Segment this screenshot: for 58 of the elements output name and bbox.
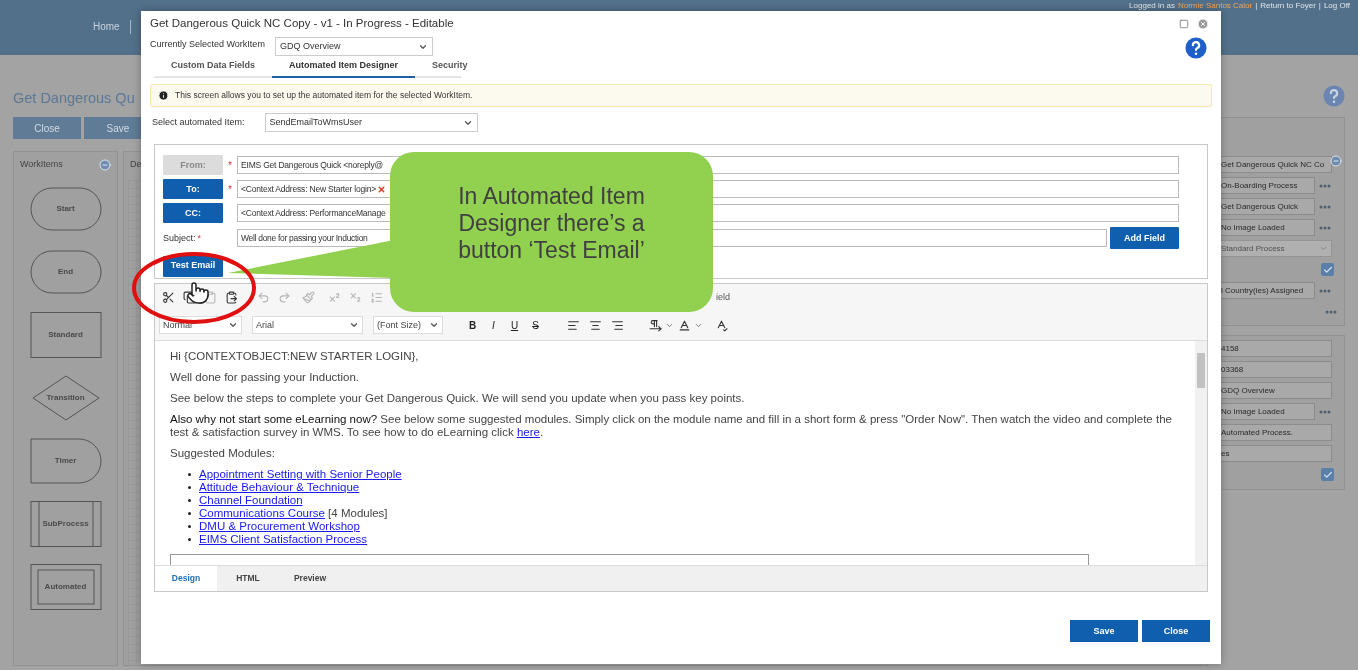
module-link[interactable]: Communications Course	[199, 507, 325, 520]
user-label: Logged in as	[1129, 1, 1175, 10]
module-link[interactable]: Appointment Setting with Senior People	[199, 468, 402, 481]
module-link[interactable]: DMU & Procurement Workshop	[199, 520, 360, 533]
header-link[interactable]: Return to Foyer	[1260, 1, 1316, 10]
workitem-shape[interactable]: Automated	[29, 563, 102, 610]
add-field-button[interactable]: Add Field	[1110, 227, 1179, 250]
recipient-button[interactable]: To:	[163, 179, 223, 200]
panel-title: WorkItems	[20, 158, 63, 171]
nav-link[interactable]: Home	[93, 19, 120, 34]
header-link[interactable]: Log Off	[1323, 1, 1350, 10]
module-note: [4 Modules]	[327, 507, 388, 520]
format-button[interactable]: S	[528, 317, 543, 333]
module-link[interactable]: Attitude Behaviour & Technique	[199, 481, 360, 494]
toolbar-label[interactable]: ield	[716, 291, 730, 305]
tab[interactable]: Custom Data Fields	[154, 54, 272, 79]
field-label: Subject:	[163, 231, 196, 245]
workitem-shape[interactable]: SubProcess	[29, 500, 102, 547]
workitem-shape[interactable]: Start	[29, 185, 102, 232]
style-select[interactable]: (Font Size)	[373, 316, 443, 335]
tab[interactable]: Security	[415, 54, 485, 79]
required-mark: *	[197, 231, 202, 245]
style-select[interactable]: Arial	[252, 316, 363, 335]
workitem-shape[interactable]: End	[29, 248, 102, 295]
dialog-title: Get Dangerous Quick NC Copy - v1 - In Progress - Editable	[150, 16, 454, 31]
separator: |	[1255, 1, 1258, 10]
link[interactable]: here	[516, 426, 540, 439]
separator: |	[1318, 1, 1321, 10]
format-button[interactable]: B	[465, 317, 480, 333]
tab[interactable]: Automated Item Designer	[272, 54, 416, 79]
paragraph: Well done for passing your Induction.	[170, 371, 360, 385]
paragraph: Also why not start some eLearning now? See below some suggested modules. Simply click on the module name and fill in a short form & press "Order Now". Then watch the video and complete the test & satisfaction survey in WMS. To see how to do eLearning click here.	[170, 413, 1173, 440]
field-label: Currently Selected WorkItem	[150, 38, 265, 52]
required-mark: *	[228, 182, 232, 197]
toolbar-button[interactable]: Close	[13, 117, 81, 139]
editor-tab[interactable]: Design	[155, 566, 217, 592]
footer-button[interactable]: Close	[1142, 620, 1210, 643]
editor-tab[interactable]: Preview	[279, 566, 341, 592]
callout-bubble: In Automated Item Designer there’s a button ‘Test Email’	[390, 152, 713, 312]
greeting: Hi {CONTEXTOBJECT:NEW STARTER LOGIN},	[170, 350, 420, 364]
page-title: Get Dangerous Qu	[13, 89, 135, 108]
automated-item-select[interactable]: SendEmailToWmsUser	[264, 113, 478, 133]
module-link[interactable]: EIMS Client Satisfaction Process	[199, 533, 368, 546]
format-button[interactable]: I	[486, 317, 501, 333]
info-text: This screen allows you to set up the automated item for the selected WorkItem.	[175, 89, 473, 103]
panel-title: De	[130, 158, 142, 171]
workitem-shape[interactable]: Timer	[29, 437, 102, 484]
recipient-button[interactable]: CC:	[163, 203, 223, 224]
editor-tab[interactable]: HTML	[217, 566, 279, 592]
paragraph: See below the steps to complete your Get Dangerous Quick. We will send you update when you pass key points.	[170, 392, 746, 406]
format-button[interactable]: U	[507, 317, 522, 333]
field-label: Select automated Item:	[152, 116, 245, 129]
workitem-select[interactable]: GDQ Overview	[274, 37, 433, 57]
module-link[interactable]: Channel Foundation	[199, 494, 303, 507]
modules-heading: Suggested Modules:	[170, 447, 276, 461]
required-mark: *	[228, 158, 232, 173]
workitem-shape[interactable]: Standard	[29, 311, 102, 358]
footer-button[interactable]: Save	[1070, 620, 1138, 643]
